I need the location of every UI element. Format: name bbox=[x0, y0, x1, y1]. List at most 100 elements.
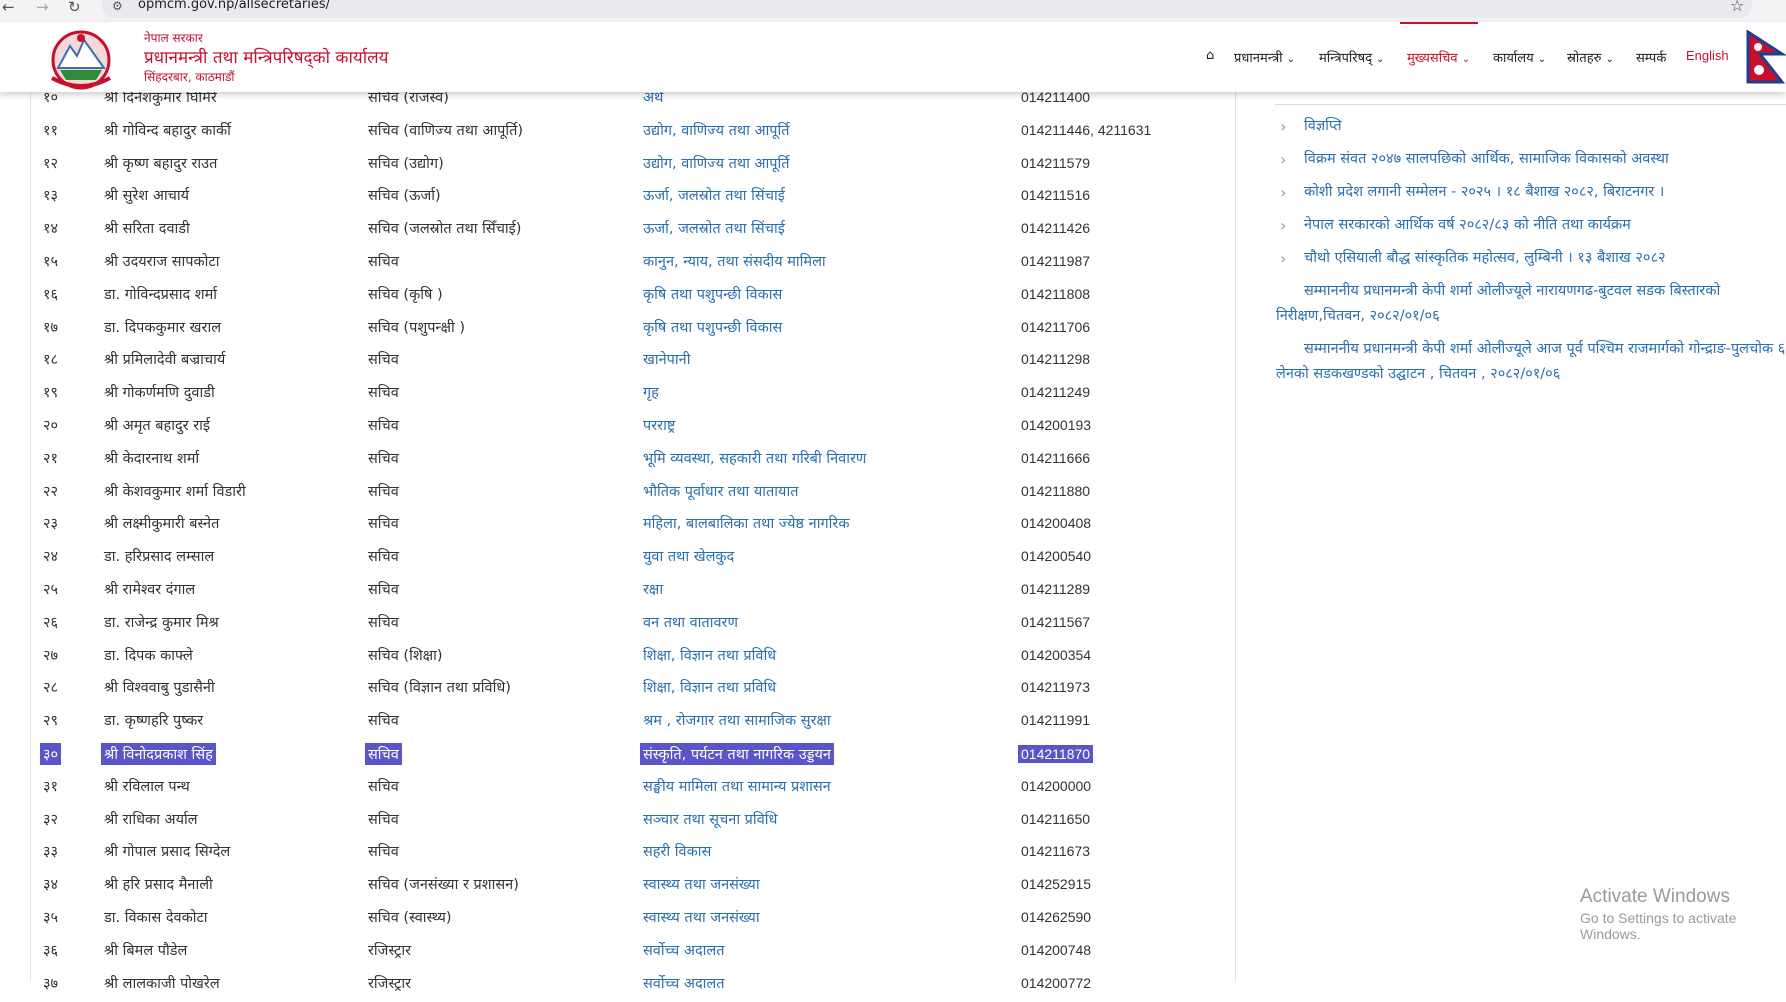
ministry-link[interactable]: कृषि तथा पशुपन्छी विकास bbox=[643, 284, 782, 304]
name-cell: डा. विकास देवकोटा bbox=[104, 910, 208, 926]
ministry-link[interactable]: खानेपानी bbox=[643, 349, 690, 369]
arrow-left-icon[interactable]: ← bbox=[2, 0, 15, 16]
post-cell: सचिव bbox=[368, 418, 399, 434]
news-item-text[interactable]: विक्रम संवत २०४७ सालपछिको आर्थिक, सामाजि… bbox=[1304, 151, 1669, 167]
serial-number-cell: २५ bbox=[43, 582, 59, 598]
phone-cell: 014200748 bbox=[1021, 941, 1092, 958]
phone-cell: 014211880 bbox=[1021, 482, 1091, 499]
post-cell: सचिव bbox=[368, 778, 399, 795]
ministry-link[interactable]: सङ्घीय मामिला तथा सामान्य प्रशासन bbox=[643, 776, 831, 796]
gov-label: नेपाल सरकार bbox=[144, 31, 203, 45]
name-cell: डा. हरिप्रसाद लम्साल bbox=[104, 549, 215, 566]
phone-cell: 014252915 bbox=[1021, 876, 1092, 893]
post-cell: सचिव (स्वास्थ्य) bbox=[368, 910, 452, 926]
news-item[interactable]: › कोशी प्रदेश लगानी सम्मेलन - २०२५ । १८ ब… bbox=[1276, 180, 1786, 205]
news-item-text[interactable]: चौथो एसियाली बौद्ध सांस्कृतिक महोत्सव, ल… bbox=[1304, 250, 1666, 266]
office-location: सिंहदरबार, काठमाडौं bbox=[144, 70, 235, 84]
serial-number-cell: ३४ bbox=[43, 877, 59, 894]
news-item[interactable]: › चौथो एसियाली बौद्ध सांस्कृतिक महोत्सव, … bbox=[1276, 246, 1786, 271]
ministry-link[interactable]: गृह bbox=[643, 382, 659, 402]
ministry-link[interactable]: महिला, बालबालिका तथा ज्येष्ठ नागरिक bbox=[643, 513, 849, 533]
office-title[interactable]: प्रधानमन्त्री तथा मन्त्रिपरिषद्‌को कार्य… bbox=[144, 45, 389, 68]
ministry-link[interactable]: श्रम , रोजगार तथा सामाजिक सुरक्षा bbox=[643, 710, 831, 730]
star-icon[interactable]: ☆ bbox=[1730, 0, 1744, 15]
name-cell: श्री लक्ष्मीकुमारी बस्नेत bbox=[104, 516, 220, 533]
table-row: १४ श्री सरिता दवाडी सचिव (जलस्रोत तथा सिँच… bbox=[30, 214, 1235, 247]
nav-prime-minister[interactable]: प्रधानमन्त्री ⌄ bbox=[1234, 48, 1295, 66]
ministry-link[interactable]: सर्वोच्च अदालत bbox=[643, 940, 725, 960]
home-icon[interactable]: ⌂ bbox=[1206, 48, 1214, 63]
phone-cell: 014211579 bbox=[1021, 154, 1091, 171]
serial-number-cell: १५ bbox=[43, 254, 59, 270]
table-row: १८ श्री प्रमिलादेवी बज्राचार्य सचिव खानेपान… bbox=[30, 345, 1235, 378]
nav-resources[interactable]: स्रोतहरु ⌄ bbox=[1567, 48, 1614, 66]
ministry-link[interactable]: कानुन, न्याय, तथा संसदीय मामिला bbox=[643, 251, 826, 271]
nav-contact[interactable]: सम्पर्क bbox=[1636, 48, 1666, 66]
news-item[interactable]: › सम्माननीय प्रधानमन्त्री केपी शर्मा ओलीज… bbox=[1276, 279, 1786, 329]
ministry-link[interactable]: भौतिक पूर्वाधार तथा यातायात bbox=[643, 481, 799, 501]
ministry-link[interactable]: ऊर्जा, जलस्रोत तथा सिंचाई bbox=[643, 185, 785, 205]
serial-number-cell: १७ bbox=[43, 319, 59, 336]
serial-number-cell: ३२ bbox=[43, 811, 59, 828]
table-row: ३४ श्री हरि प्रसाद मैनाली सचिव (जनसंख्या र… bbox=[30, 870, 1235, 903]
ministry-link[interactable]: वन तथा वातावरण bbox=[643, 612, 738, 632]
ministry-link[interactable]: परराष्ट्र bbox=[643, 415, 675, 435]
news-item-text[interactable]: कोशी प्रदेश लगानी सम्मेलन - २०२५ । १८ बै… bbox=[1304, 184, 1664, 200]
nav-english[interactable]: English bbox=[1686, 48, 1729, 63]
news-list: › विज्ञप्ति › विक्रम संवत २०४७ सालपछिको आर्… bbox=[1276, 114, 1786, 395]
name-cell: डा. राजेन्द्र कुमार मिश्र bbox=[104, 614, 219, 631]
phone-cell: 014262590 bbox=[1021, 909, 1092, 925]
news-item[interactable]: › सम्माननीय प्रधानमन्त्री केपी शर्मा ओलीज… bbox=[1276, 337, 1786, 387]
table-row: २८ श्री विश्ववाबु पुडासैनी सचिव (विज्ञान त… bbox=[30, 673, 1235, 706]
ministry-link[interactable]: कृषि तथा पशुपन्छी विकास bbox=[643, 317, 782, 337]
table-row: २४ डा. हरिप्रसाद लम्साल सचिव युवा तथा खेलकु… bbox=[30, 542, 1235, 575]
ministry-link[interactable]: सहरी विकास bbox=[643, 841, 711, 861]
ministry-link[interactable]: शिक्षा, विज्ञान तथा प्रविधि bbox=[643, 645, 776, 665]
ministry-link[interactable]: संस्कृति, पर्यटन तथा नागरिक उड्डयन bbox=[640, 743, 834, 765]
address-bar[interactable] bbox=[102, 0, 1752, 18]
serial-number-cell: १२ bbox=[43, 155, 59, 172]
url-text[interactable]: opmcm.gov.np/allsecretaries/ bbox=[138, 0, 330, 12]
serial-number-cell: २६ bbox=[43, 614, 59, 631]
site-info-icon[interactable]: ⚙ bbox=[112, 0, 123, 13]
ministry-link[interactable]: युवा तथा खेलकुद bbox=[643, 546, 734, 566]
ministry-link[interactable]: स्वास्थ्य तथा जनसंख्या bbox=[643, 907, 760, 927]
name-cell: श्री रविलाल पन्थ bbox=[104, 778, 190, 795]
ministry-link[interactable]: भूमि व्यवस्था, सहकारी तथा गरिबी निवारण bbox=[643, 448, 866, 468]
ministry-link[interactable]: शिक्षा, विज्ञान तथा प्रविधि bbox=[643, 677, 776, 697]
news-item-text[interactable]: नेपाल सरकारको आर्थिक वर्ष २०८२/८३ को नीत… bbox=[1304, 217, 1631, 233]
post-cell: सचिव bbox=[365, 743, 402, 765]
table-row: २७ डा. दिपक काफ्ले सचिव (शिक्षा) शिक्षा, वि… bbox=[30, 641, 1235, 674]
news-item[interactable]: › नेपाल सरकारको आर्थिक वर्ष २०८२/८३ को नी… bbox=[1276, 213, 1786, 238]
reload-icon[interactable]: ↻ bbox=[68, 0, 81, 16]
nav-office[interactable]: कार्यालय ⌄ bbox=[1493, 48, 1546, 66]
table-row: २० श्री अमृत बहादुर राई सचिव परराष्ट्र 01420… bbox=[30, 411, 1235, 444]
arrow-right-icon[interactable]: → bbox=[36, 0, 49, 16]
serial-number-cell: २१ bbox=[43, 450, 59, 467]
name-cell: श्री बिमल पौडेल bbox=[104, 942, 188, 959]
ministry-link[interactable]: ऊर्जा, जलस्रोत तथा सिंचाई bbox=[643, 218, 785, 238]
ministry-link[interactable]: स्वास्थ्य तथा जनसंख्या bbox=[643, 874, 760, 894]
news-item[interactable]: › विक्रम संवत २०४७ सालपछिको आर्थिक, सामाज… bbox=[1276, 147, 1786, 172]
table-row: १९ श्री गोकर्णमणि दुवाडी सचिव गृह 014211249 bbox=[30, 378, 1235, 411]
table-row: १२ श्री कृष्ण बहादुर राउत सचिव (उद्योग) उद्… bbox=[30, 149, 1235, 182]
nav-chief-secretary[interactable]: मुख्यसचिव ⌄ bbox=[1407, 48, 1470, 66]
phone-cell: 014211289 bbox=[1021, 581, 1091, 597]
table-row: ३० श्री विनोदप्रकाश सिंह सचिव संस्कृति, पर्… bbox=[30, 739, 1235, 772]
news-item-text[interactable]: सम्माननीय प्रधानमन्त्री केपी शर्मा ओलीज्… bbox=[1276, 283, 1720, 324]
news-item-text[interactable]: सम्माननीय प्रधानमन्त्री केपी शर्मा ओलीज्… bbox=[1276, 341, 1785, 382]
ministry-link[interactable]: उद्योग, वाणिज्य तथा आपूर्ति bbox=[643, 120, 790, 140]
post-cell: सचिव (विज्ञान तथा प्रविधि) bbox=[368, 680, 511, 697]
post-cell: सचिव bbox=[368, 713, 399, 730]
chevron-right-icon: › bbox=[1280, 216, 1287, 235]
chevron-down-icon: ⌄ bbox=[1461, 54, 1471, 65]
table-row: १७ डा. दिपककुमार खराल सचिव (पशुपन्क्षी ) कृ… bbox=[30, 313, 1235, 346]
nav-council-of-ministers[interactable]: मन्त्रिपरिषद् ⌄ bbox=[1319, 48, 1385, 66]
ministry-link[interactable]: सर्वोच्च अदालत bbox=[643, 973, 725, 993]
news-item[interactable]: › विज्ञप्ति bbox=[1276, 114, 1786, 139]
nepal-emblem-icon bbox=[51, 30, 111, 90]
ministry-link[interactable]: उद्योग, वाणिज्य तथा आपूर्ति bbox=[643, 153, 790, 173]
news-item-text[interactable]: विज्ञप्ति bbox=[1304, 118, 1342, 134]
ministry-link[interactable]: रक्षा bbox=[643, 579, 663, 599]
ministry-link[interactable]: सञ्चार तथा सूचना प्रविधि bbox=[643, 809, 777, 829]
